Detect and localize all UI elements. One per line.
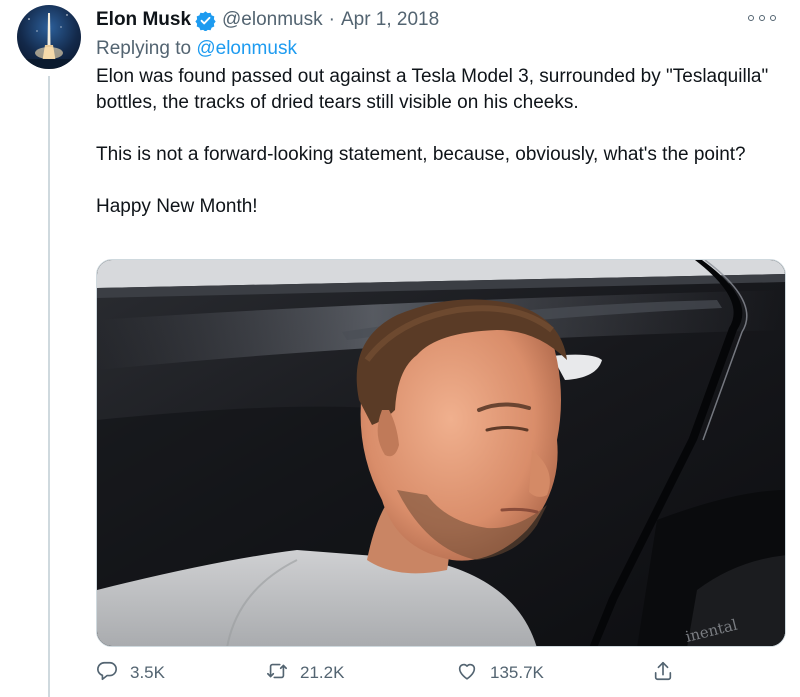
reply-icon (96, 660, 118, 687)
like-count: 135.7K (490, 663, 544, 682)
tweet-text: Elon was found passed out against a Tesl… (96, 64, 786, 220)
tweet-actions: 3.5K 21.2K 135.7K (96, 657, 696, 689)
tweet-date[interactable]: Apr 1, 2018 (341, 9, 439, 31)
tweet-header: Elon Musk @elonmusk · Apr 1, 2018 (96, 6, 439, 34)
replying-to-handle[interactable]: @elonmusk (196, 38, 297, 59)
more-dot (770, 15, 776, 21)
header-separator: · (328, 9, 335, 30)
retweet-button[interactable]: 21.2K (266, 657, 344, 689)
tweet-thread-line (48, 76, 50, 697)
share-icon (652, 660, 674, 687)
tweet-paragraph: This is not a forward-looking statement,… (96, 144, 746, 165)
like-button[interactable]: 135.7K (456, 657, 544, 689)
retweet-count: 21.2K (300, 663, 345, 682)
heart-icon (456, 660, 478, 687)
replying-to: Replying to @elonmusk (96, 38, 297, 60)
avatar[interactable] (17, 5, 81, 69)
tweet-paragraph: Happy New Month! (96, 196, 258, 217)
more-dot (759, 15, 765, 21)
author-handle[interactable]: @elonmusk (222, 9, 323, 31)
replying-to-label: Replying to (96, 38, 197, 59)
more-options-icon[interactable] (748, 10, 776, 26)
reply-count: 3.5K (130, 663, 165, 682)
more-dot (748, 15, 754, 21)
verified-badge-icon (195, 10, 216, 32)
retweet-icon (266, 660, 288, 687)
author-name[interactable]: Elon Musk (96, 9, 191, 31)
reply-button[interactable]: 3.5K (96, 657, 165, 689)
tweet-media-photo[interactable]: inental (96, 259, 786, 647)
share-button[interactable] (652, 657, 674, 689)
tweet-paragraph: Elon was found passed out against a Tesl… (96, 66, 769, 113)
